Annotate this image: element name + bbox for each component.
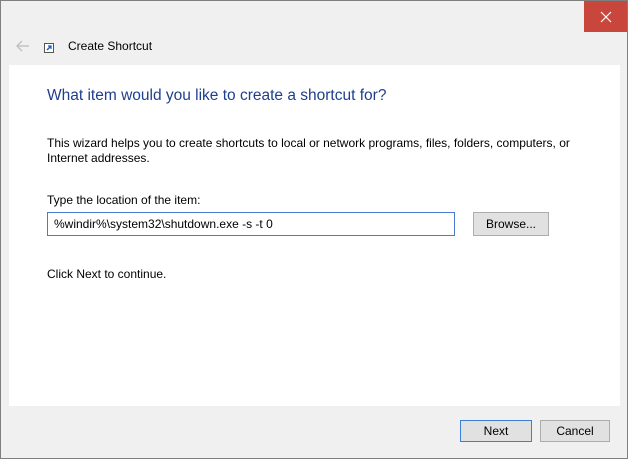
next-button[interactable]: Next <box>460 420 532 442</box>
location-label: Type the location of the item: <box>47 193 201 207</box>
page-heading: What item would you like to create a sho… <box>47 87 387 104</box>
title-bar: Create Shortcut <box>1 1 627 65</box>
close-button[interactable] <box>584 1 627 32</box>
cancel-button[interactable]: Cancel <box>540 420 610 442</box>
wizard-content: What item would you like to create a sho… <box>9 65 620 406</box>
back-button[interactable] <box>11 34 35 58</box>
browse-button[interactable]: Browse... <box>473 212 549 236</box>
back-arrow-icon <box>16 40 29 52</box>
close-icon <box>600 11 611 22</box>
location-input[interactable] <box>47 212 455 236</box>
create-shortcut-window: Create Shortcut What item would you like… <box>0 0 628 459</box>
continue-hint: Click Next to continue. <box>47 267 167 281</box>
wizard-description: This wizard helps you to create shortcut… <box>47 136 570 165</box>
window-title: Create Shortcut <box>68 39 153 53</box>
shortcut-icon <box>44 43 54 53</box>
